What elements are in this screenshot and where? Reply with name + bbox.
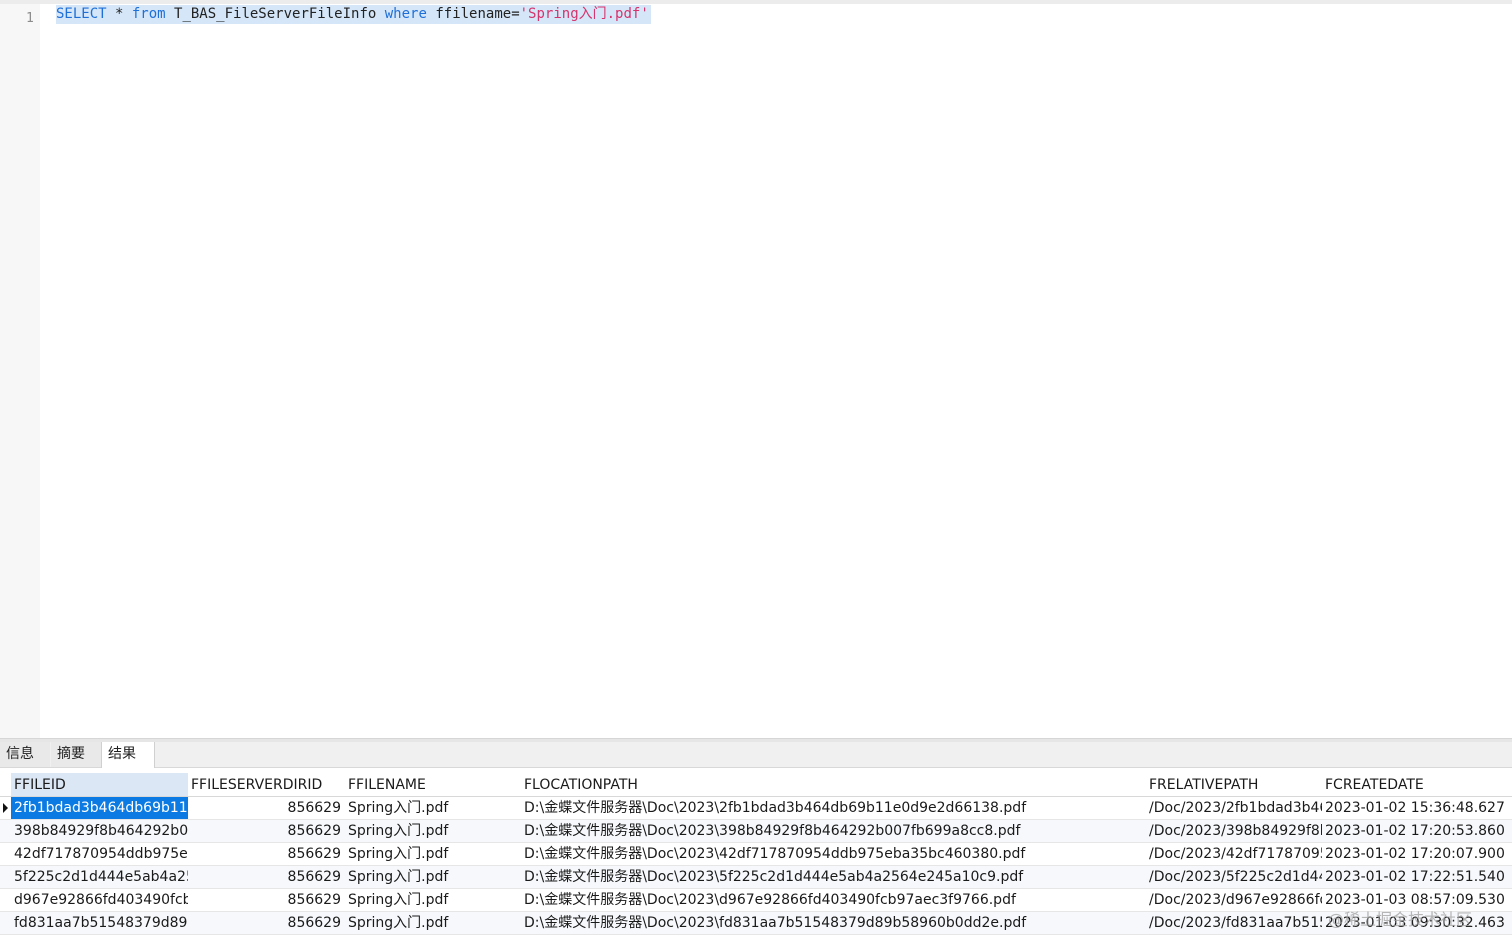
table-row[interactable]: d967e92866fd403490fcb97aec3f9766 856629 … <box>0 889 1512 912</box>
cell-fcreatedate[interactable]: 2023-01-02 15:36:48.627 <box>1322 797 1512 819</box>
cell-ffileserverdirid[interactable]: 856629 <box>188 889 345 911</box>
tab-summary[interactable]: 摘要 <box>51 742 101 767</box>
cell-ffileid[interactable]: 5f225c2d1d444e5ab4a2564e245a10c9 <box>11 866 188 888</box>
cell-ffileid[interactable]: 42df717870954ddb975eba35bc460380 <box>11 843 188 865</box>
cell-ffilename[interactable]: Spring入门.pdf <box>345 889 521 911</box>
cell-flocationpath[interactable]: D:\金蝶文件服务器\Doc\2023\398b84929f8b464292b0… <box>521 820 1146 842</box>
cell-flocationpath[interactable]: D:\金蝶文件服务器\Doc\2023\d967e92866fd403490fc… <box>521 889 1146 911</box>
sql-keyword-from: from <box>131 6 166 22</box>
column-header-frelativepath[interactable]: FRELATIVEPATH <box>1146 773 1322 796</box>
cell-ffilename[interactable]: Spring入门.pdf <box>345 797 521 819</box>
cell-ffileserverdirid[interactable]: 856629 <box>188 912 345 934</box>
cell-frelativepath[interactable]: /Doc/2023/42df717870954ddb975eba35bc4603… <box>1146 843 1322 865</box>
row-indicator <box>0 797 11 819</box>
column-header-ffilename[interactable]: FFILENAME <box>345 773 521 796</box>
cell-ffileserverdirid[interactable]: 856629 <box>188 866 345 888</box>
column-header-fcreatedate[interactable]: FCREATEDATE <box>1322 773 1512 796</box>
cell-frelativepath[interactable]: /Doc/2023/5f225c2d1d444e5ab4a2564e245a10… <box>1146 866 1322 888</box>
cell-ffileserverdirid[interactable]: 856629 <box>188 820 345 842</box>
sql-keyword-select: SELECT <box>56 6 107 22</box>
cell-frelativepath[interactable]: /Doc/2023/398b84929f8b464292b007fb699a8c… <box>1146 820 1322 842</box>
cell-fcreatedate[interactable]: 2023-01-02 17:20:53.860 <box>1322 820 1512 842</box>
table-row[interactable]: 2fb1bdad3b464db69b11e0d9e2d66138 856629 … <box>0 797 1512 820</box>
cell-ffilename[interactable]: Spring入门.pdf <box>345 912 521 934</box>
column-header-ffileserverdirid[interactable]: FFILESERVERDIRID <box>188 773 345 796</box>
sql-condition: ffilename= <box>426 6 520 22</box>
column-header-flocationpath[interactable]: FLOCATIONPATH <box>521 773 1146 796</box>
cell-frelativepath[interactable]: /Doc/2023/d967e92866fd403490fcb97aec3f97… <box>1146 889 1322 911</box>
sql-keyword-where: where <box>384 6 427 22</box>
editor-top-border <box>0 0 1512 4</box>
cell-flocationpath[interactable]: D:\金蝶文件服务器\Doc\2023\2fb1bdad3b464db69b11… <box>521 797 1146 819</box>
tab-result-1[interactable]: 结果 1 <box>101 742 155 787</box>
grid-header-row: FFILEID FFILESERVERDIRID FFILENAME FLOCA… <box>0 773 1512 797</box>
cell-flocationpath[interactable]: D:\金蝶文件服务器\Doc\2023\5f225c2d1d444e5ab4a2… <box>521 866 1146 888</box>
cell-ffileid[interactable]: 2fb1bdad3b464db69b11e0d9e2d66138 <box>11 797 188 819</box>
cell-fcreatedate[interactable]: 2023-01-02 17:20:07.900 <box>1322 843 1512 865</box>
sql-string-literal: 'Spring入门.pdf' <box>519 6 649 22</box>
tab-info[interactable]: 信息 <box>0 742 50 767</box>
cell-flocationpath[interactable]: D:\金蝶文件服务器\Doc\2023\fd831aa7b51548379d89… <box>521 912 1146 934</box>
line-number: 1 <box>26 11 34 26</box>
cell-ffileserverdirid[interactable]: 856629 <box>188 797 345 819</box>
current-row-arrow-icon <box>3 803 8 813</box>
cell-ffilename[interactable]: Spring入门.pdf <box>345 843 521 865</box>
sql-query-line[interactable]: SELECT * from T_BAS_FileServerFileInfo w… <box>56 5 651 24</box>
cell-ffileid[interactable]: fd831aa7b51548379d89b58960b0dd2e <box>11 912 188 934</box>
table-row[interactable]: 398b84929f8b464292b007fb699a8cc8 856629 … <box>0 820 1512 843</box>
cell-frelativepath[interactable]: /Doc/2023/fd831aa7b51548379d89b58960b0dd… <box>1146 912 1322 934</box>
result-grid[interactable]: FFILEID FFILESERVERDIRID FFILENAME FLOCA… <box>0 768 1512 951</box>
result-tab-bar: 信息 摘要 结果 1 <box>0 742 1512 787</box>
cell-ffilename[interactable]: Spring入门.pdf <box>345 866 521 888</box>
cell-frelativepath[interactable]: /Doc/2023/2fb1bdad3b464db69b11e0d9e2d661… <box>1146 797 1322 819</box>
cell-fcreatedate[interactable]: 2023-01-02 17:22:51.540 <box>1322 866 1512 888</box>
cell-ffileserverdirid[interactable]: 856629 <box>188 843 345 865</box>
table-row[interactable]: fd831aa7b51548379d89b58960b0dd2e 856629 … <box>0 912 1512 935</box>
watermark-text: @稀土掘金技术社区 <box>1328 910 1473 929</box>
cell-ffileid[interactable]: d967e92866fd403490fcb97aec3f9766 <box>11 889 188 911</box>
line-number-gutter: 1 <box>0 4 40 738</box>
cell-ffileid[interactable]: 398b84929f8b464292b007fb699a8cc8 <box>11 820 188 842</box>
sql-star: * <box>106 6 132 22</box>
table-row[interactable]: 42df717870954ddb975eba35bc460380 856629 … <box>0 843 1512 866</box>
cell-ffilename[interactable]: Spring入门.pdf <box>345 820 521 842</box>
sql-table-name: T_BAS_FileServerFileInfo <box>165 6 385 22</box>
cell-flocationpath[interactable]: D:\金蝶文件服务器\Doc\2023\42df717870954ddb975e… <box>521 843 1146 865</box>
table-row[interactable]: 5f225c2d1d444e5ab4a2564e245a10c9 856629 … <box>0 866 1512 889</box>
sql-editor[interactable]: 1 SELECT * from T_BAS_FileServerFileInfo… <box>0 0 1512 738</box>
column-header-ffileid[interactable]: FFILEID <box>11 773 188 796</box>
